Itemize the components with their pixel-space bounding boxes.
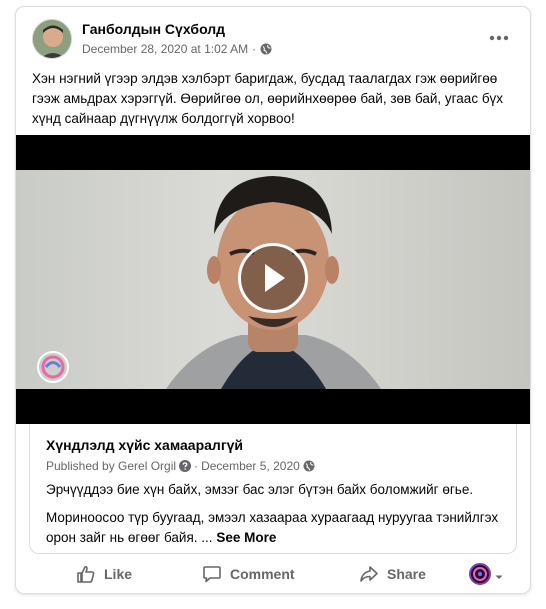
link-title[interactable]: Хүндлэлд хүйс хамааралгүй <box>46 437 243 453</box>
publisher-label[interactable]: Published by Gerel Orgil <box>46 459 176 473</box>
link-paragraph-2: Мориноосоо түр бууraад, эмээл хазаараа х… <box>46 508 506 548</box>
post-date[interactable]: December 28, 2020 at 1:02 AM <box>82 42 248 56</box>
link-preview[interactable]: Хүндлэлд хүйс хамааралгүй Published by G… <box>29 424 517 554</box>
link-meta: Published by Gerel Orgil · December 5, 2… <box>46 459 315 473</box>
play-button[interactable] <box>238 243 308 313</box>
post-meta: December 28, 2020 at 1:02 AM · <box>82 42 272 56</box>
link-date[interactable]: December 5, 2020 <box>201 459 300 473</box>
play-icon <box>265 264 285 292</box>
chevron-down-icon <box>494 569 504 579</box>
post-header: Ганболдын Сүхболд December 28, 2020 at 1… <box>32 19 516 63</box>
share-button[interactable]: Share <box>359 559 426 589</box>
channel-logo <box>36 350 70 384</box>
action-bar: Like Comment Share <box>16 559 530 593</box>
meta-separator: · <box>252 42 257 56</box>
more-options-button[interactable] <box>484 27 514 49</box>
like-label: Like <box>104 566 133 582</box>
comment-icon <box>202 564 222 584</box>
video-player[interactable] <box>16 135 530 424</box>
reaction-selector[interactable] <box>469 563 504 585</box>
avatar-image <box>33 20 71 58</box>
like-icon <box>76 564 96 584</box>
comment-button[interactable]: Comment <box>202 559 295 589</box>
globe-icon <box>260 43 272 55</box>
video-thumbnail <box>16 170 530 389</box>
share-icon <box>359 564 379 584</box>
link-paragraph-1: Эрчүүддээ биe хүн байх, эмзэг бас элэг б… <box>46 482 474 497</box>
author-name[interactable]: Ганболдын Сүхболд <box>82 21 225 37</box>
share-label: Share <box>387 566 426 582</box>
post-text: Хэн нэгний үгээр элдэв хэлбэрт баригдаж,… <box>32 71 504 126</box>
like-button[interactable]: Like <box>76 559 132 589</box>
question-icon[interactable] <box>179 460 192 472</box>
more-icon <box>489 35 509 41</box>
link-separator: · <box>194 459 199 473</box>
see-more-link[interactable]: See More <box>216 530 276 545</box>
post-card: Ганболдын Сүхболд December 28, 2020 at 1… <box>15 6 531 594</box>
avatar[interactable] <box>32 19 72 59</box>
globe-icon <box>303 460 315 472</box>
page-avatar <box>469 563 491 585</box>
comment-label: Comment <box>230 566 295 582</box>
